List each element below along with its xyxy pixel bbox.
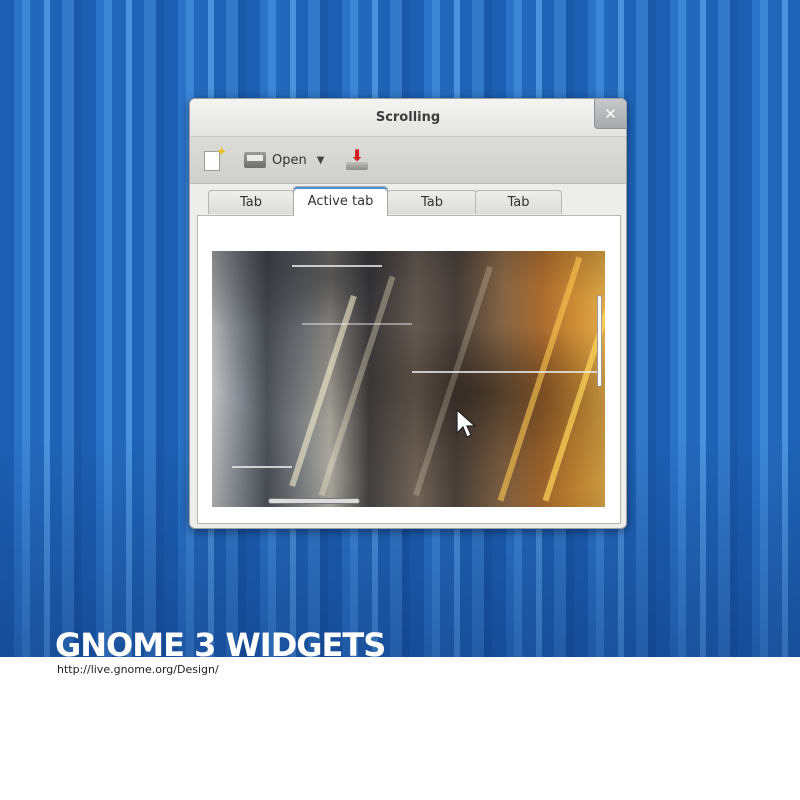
page-title: GNOME 3 WIDGETS: [55, 626, 386, 664]
open-button[interactable]: Open ▼: [244, 152, 324, 168]
new-document-icon: ✦: [204, 145, 227, 171]
tab-label: Tab: [239, 195, 262, 210]
scrollable-image-view[interactable]: [212, 251, 605, 507]
tab-active[interactable]: Active tab: [293, 186, 388, 216]
download-save-icon: ⬇: [346, 146, 369, 170]
close-icon: ✕: [604, 104, 617, 123]
tab-1[interactable]: Tab: [208, 190, 294, 214]
toolbar: ✦ Open ▼ ⬇: [190, 137, 626, 184]
tab-bar: Tab Active tab Tab Tab: [190, 184, 626, 216]
save-button[interactable]: ⬇: [346, 146, 369, 170]
tab-label: Tab: [507, 195, 530, 210]
tab-label: Tab: [420, 195, 443, 210]
horizontal-scrollbar[interactable]: [268, 498, 360, 504]
vertical-scrollbar[interactable]: [597, 295, 602, 387]
folder-open-icon: [244, 152, 266, 168]
source-url[interactable]: http://live.gnome.org/Design/: [57, 663, 219, 676]
tab-3[interactable]: Tab: [387, 190, 477, 214]
close-button[interactable]: ✕: [594, 99, 626, 129]
chevron-down-icon[interactable]: ▼: [317, 155, 325, 166]
window-title: Scrolling: [375, 110, 441, 125]
tab-label: Active tab: [307, 194, 374, 209]
scrolling-window: Scrolling ✕ ✦ Open ▼ ⬇ Tab Active tab Ta…: [189, 98, 627, 529]
tab-content-panel: [197, 215, 621, 524]
open-button-label: Open: [272, 152, 307, 168]
new-button[interactable]: ✦: [204, 145, 227, 171]
tab-4[interactable]: Tab: [475, 190, 562, 214]
window-titlebar[interactable]: Scrolling ✕: [190, 99, 626, 137]
